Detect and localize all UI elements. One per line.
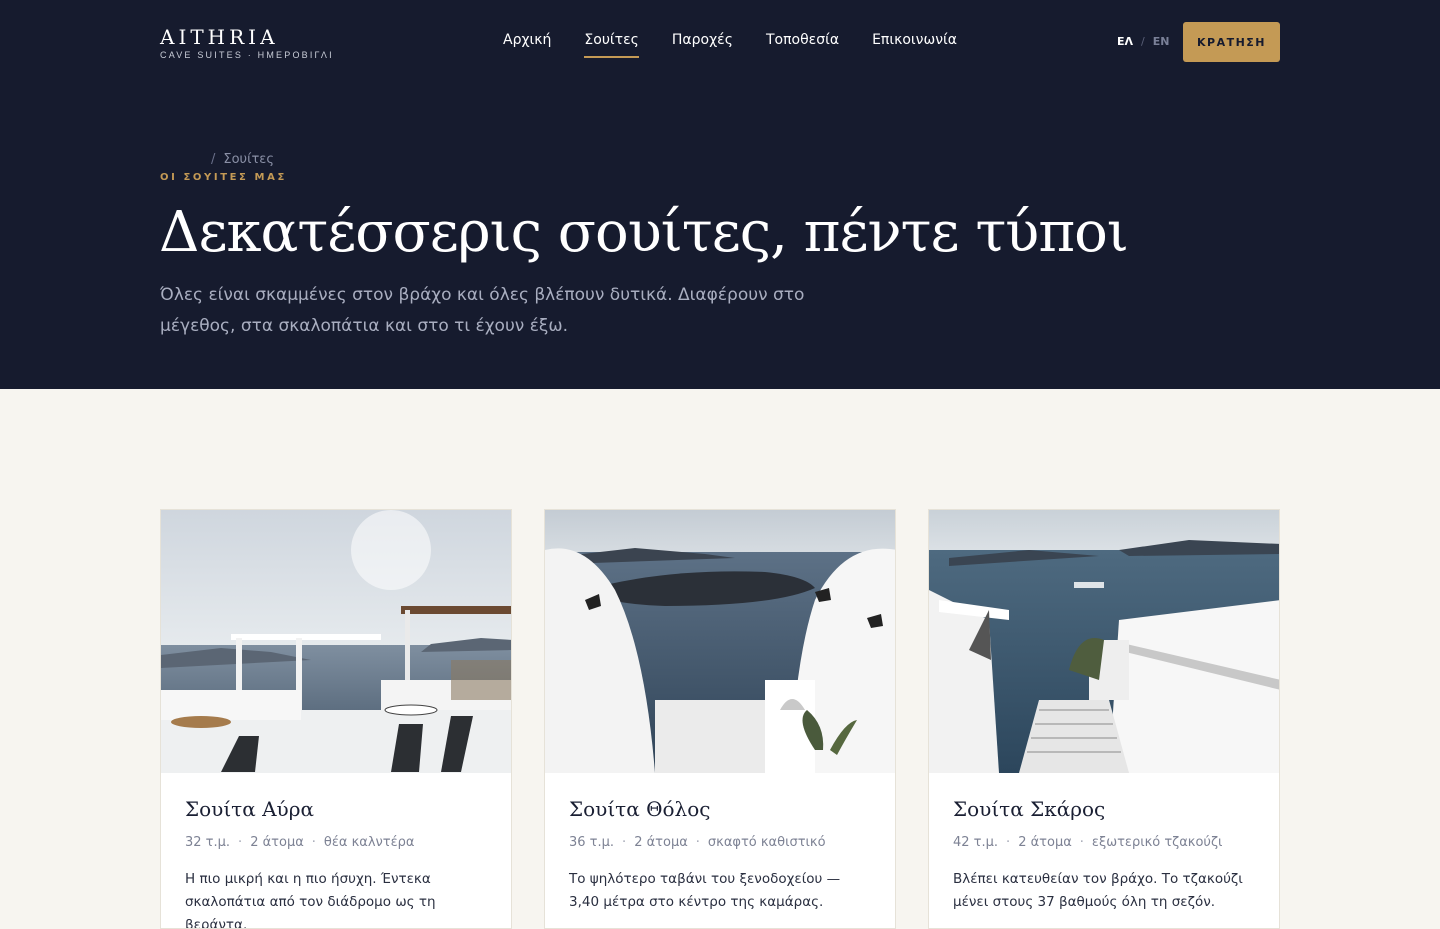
nav-item-home[interactable]: Αρχική	[503, 32, 551, 58]
suite-title: Σουίτα Αύρα	[185, 797, 314, 821]
suite-body-tholos: Σουίτα Θόλος 36 τ.μ. · 2 άτομα · σκαφτό …	[545, 773, 895, 914]
meta-separator: ·	[311, 835, 316, 850]
lang-english[interactable]: EN	[1153, 35, 1170, 48]
suite-photo-skaros	[929, 510, 1279, 773]
suite-size: 36 τ.μ.	[569, 835, 615, 850]
nav-item-contact[interactable]: Επικοινωνία	[872, 32, 957, 58]
suite-card-skaros[interactable]: Σουίτα Σκάρος 42 τ.μ. · 2 άτομα · εξωτερ…	[928, 509, 1280, 929]
meta-separator: ·	[1079, 835, 1084, 850]
suite-feature: θέα καλντέρα	[323, 835, 415, 850]
suite-meta: 36 τ.μ. · 2 άτομα · σκαφτό καθιστικό	[569, 835, 871, 850]
page-title: Δεκατέσσερις σουίτες, πέντε τύποι	[159, 200, 1129, 265]
suite-guests: 2 άτομα	[634, 835, 688, 850]
suite-photo-avra	[161, 510, 511, 773]
nav-item-location[interactable]: Τοποθεσία	[766, 32, 839, 58]
suite-body-avra: Σουίτα Αύρα 32 τ.μ. · 2 άτομα · θέα καλν…	[161, 773, 511, 929]
suite-card-avra[interactable]: Σουίτα Αύρα 32 τ.μ. · 2 άτομα · θέα καλν…	[160, 509, 512, 929]
page-lead: Όλες είναι σκαμμένες στον βράχο και όλες…	[160, 285, 805, 336]
suite-photo-avra-illustration	[161, 510, 511, 773]
meta-separator: ·	[1006, 835, 1011, 850]
meta-separator: ·	[622, 835, 627, 850]
hero-section: AITHRIA CAVE SUITES · ΗΜΕΡΟΒΙΓΛΙ Αρχική …	[0, 0, 1440, 389]
suite-feature: σκαφτό καθιστικό	[707, 835, 826, 850]
main-menu: Αρχική Σουίτες Παροχές Τοποθεσία Επικοιν…	[503, 32, 957, 58]
suite-photo-tholos	[545, 510, 895, 773]
suite-size: 42 τ.μ.	[953, 835, 999, 850]
suite-size: 32 τ.μ.	[185, 835, 231, 850]
suite-meta: 42 τ.μ. · 2 άτομα · εξωτερικό τζακούζι	[953, 835, 1255, 850]
suite-guests: 2 άτομα	[1018, 835, 1072, 850]
brand-name: AITHRIA	[160, 25, 279, 49]
lang-separator: /	[1141, 35, 1145, 48]
lang-greek[interactable]: ΕΛ	[1117, 35, 1133, 48]
breadcrumb-separator: /	[211, 152, 216, 167]
breadcrumb: / Σουίτες	[211, 152, 274, 167]
suite-photo-skaros-illustration	[929, 510, 1279, 773]
meta-separator: ·	[695, 835, 700, 850]
suite-title: Σουίτα Σκάρος	[953, 797, 1106, 821]
breadcrumb-current: Σουίτες	[223, 152, 274, 167]
suite-feature: εξωτερικό τζακούζι	[1091, 835, 1223, 850]
suite-title: Σουίτα Θόλος	[569, 797, 711, 821]
suite-description: Η πιο μικρή και η πιο ήσυχη. Έντεκα σκαλ…	[185, 871, 436, 929]
brand-logo[interactable]: AITHRIA CAVE SUITES · ΗΜΕΡΟΒΙΓΛΙ	[160, 26, 334, 60]
suite-guests: 2 άτομα	[250, 835, 304, 850]
book-button[interactable]: ΚΡΑΤΗΣΗ	[1183, 22, 1280, 62]
suite-description: Το ψηλότερο ταβάνι του ξενοδοχείου — 3,4…	[569, 871, 841, 910]
suite-card-tholos[interactable]: Σουίτα Θόλος 36 τ.μ. · 2 άτομα · σκαφτό …	[544, 509, 896, 929]
nav-item-amenities[interactable]: Παροχές	[672, 32, 733, 58]
top-navigation: AITHRIA CAVE SUITES · ΗΜΕΡΟΒΙΓΛΙ Αρχική …	[0, 0, 1440, 84]
nav-item-suites[interactable]: Σουίτες	[584, 32, 640, 58]
suite-description: Βλέπει κατευθείαν τον βράχο. Το τζακούζι…	[953, 871, 1243, 910]
suite-photo-tholos-illustration	[545, 510, 895, 773]
suite-body-skaros: Σουίτα Σκάρος 42 τ.μ. · 2 άτομα · εξωτερ…	[929, 773, 1279, 914]
meta-separator: ·	[238, 835, 243, 850]
language-switcher: ΕΛ / EN	[1117, 35, 1169, 48]
brand-tagline: CAVE SUITES · ΗΜΕΡΟΒΙΓΛΙ	[160, 50, 334, 60]
suites-grid: Σουίτα Αύρα 32 τ.μ. · 2 άτομα · θέα καλν…	[160, 509, 1280, 929]
suite-meta: 32 τ.μ. · 2 άτομα · θέα καλντέρα	[185, 835, 487, 850]
section-eyebrow: ΟΙ ΣΟΥΙΤΕΣ ΜΑΣ	[160, 172, 287, 183]
